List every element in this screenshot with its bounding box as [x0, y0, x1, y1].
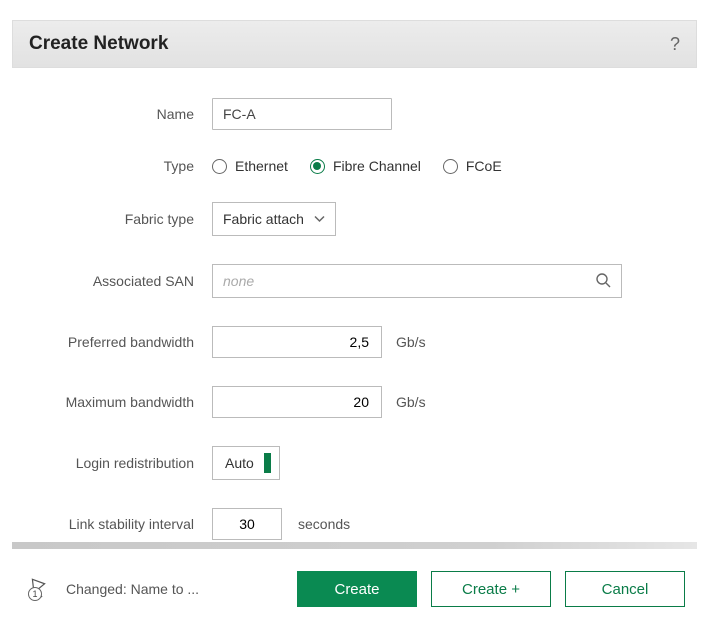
row-preferred-bandwidth: Preferred bandwidth Gb/s — [42, 326, 667, 358]
row-fabric-type: Fabric type Fabric attach — [42, 202, 667, 236]
radio-fibre-channel[interactable]: Fibre Channel — [310, 158, 421, 174]
radio-icon — [310, 159, 325, 174]
cancel-button[interactable]: Cancel — [565, 571, 685, 607]
radio-label: FCoE — [466, 158, 502, 174]
changes-text: Changed: Name to ... — [66, 581, 199, 597]
label-link-stability: Link stability interval — [42, 516, 212, 532]
row-maximum-bandwidth: Maximum bandwidth Gb/s — [42, 386, 667, 418]
type-radio-group: Ethernet Fibre Channel FCoE — [212, 158, 502, 174]
row-associated-san: Associated SAN none — [42, 264, 667, 298]
btn-label: Create + — [462, 581, 520, 598]
link-stability-input[interactable] — [212, 508, 282, 540]
label-preferred-bandwidth: Preferred bandwidth — [42, 334, 212, 350]
radio-label: Fibre Channel — [333, 158, 421, 174]
fabric-type-select[interactable]: Fabric attach — [212, 202, 336, 236]
label-fabric-type: Fabric type — [42, 211, 212, 227]
radio-icon — [212, 159, 227, 174]
btn-label: Cancel — [602, 581, 649, 598]
label-type: Type — [42, 158, 212, 174]
label-login-redistribution: Login redistribution — [42, 455, 212, 471]
row-link-stability: Link stability interval seconds — [42, 508, 667, 540]
login-redistribution-toggle[interactable]: Auto — [212, 446, 280, 480]
radio-ethernet[interactable]: Ethernet — [212, 158, 288, 174]
footer: 1 Changed: Name to ... Create Create + C… — [0, 561, 709, 617]
preferred-bandwidth-input[interactable] — [212, 326, 382, 358]
radio-label: Ethernet — [235, 158, 288, 174]
row-type: Type Ethernet Fibre Channel FCoE — [42, 158, 667, 174]
create-network-dialog: Create Network ? Name Type Ethernet Fibr… — [0, 0, 709, 578]
row-name: Name — [42, 98, 667, 130]
create-plus-button[interactable]: Create + — [431, 571, 551, 607]
label-associated-san: Associated SAN — [42, 273, 212, 289]
name-input[interactable] — [212, 98, 392, 130]
toggle-value: Auto — [225, 455, 254, 471]
bw-unit: Gb/s — [396, 394, 426, 410]
select-value: Fabric attach — [223, 211, 304, 227]
search-icon[interactable] — [595, 272, 611, 291]
chevron-down-icon — [314, 212, 325, 226]
seconds-unit: seconds — [298, 516, 350, 532]
san-placeholder: none — [223, 273, 254, 289]
dialog-header: Create Network ? — [12, 20, 697, 68]
form-area: Name Type Ethernet Fibre Channel — [12, 68, 697, 578]
radio-fcoe[interactable]: FCoE — [443, 158, 502, 174]
associated-san-input[interactable]: none — [212, 264, 622, 298]
radio-icon — [443, 159, 458, 174]
btn-label: Create — [334, 581, 379, 598]
label-maximum-bandwidth: Maximum bandwidth — [42, 394, 212, 410]
help-icon[interactable]: ? — [670, 34, 680, 55]
label-name: Name — [42, 106, 212, 122]
create-button[interactable]: Create — [297, 571, 417, 607]
maximum-bandwidth-input[interactable] — [212, 386, 382, 418]
changes-icon[interactable]: 1 — [24, 578, 48, 600]
bw-unit: Gb/s — [396, 334, 426, 350]
toggle-indicator-icon — [264, 453, 271, 473]
divider — [12, 542, 697, 549]
radio-dot-icon — [313, 162, 321, 170]
change-count-badge: 1 — [28, 587, 42, 601]
row-login-redistribution: Login redistribution Auto — [42, 446, 667, 480]
dialog-title: Create Network — [29, 33, 168, 55]
